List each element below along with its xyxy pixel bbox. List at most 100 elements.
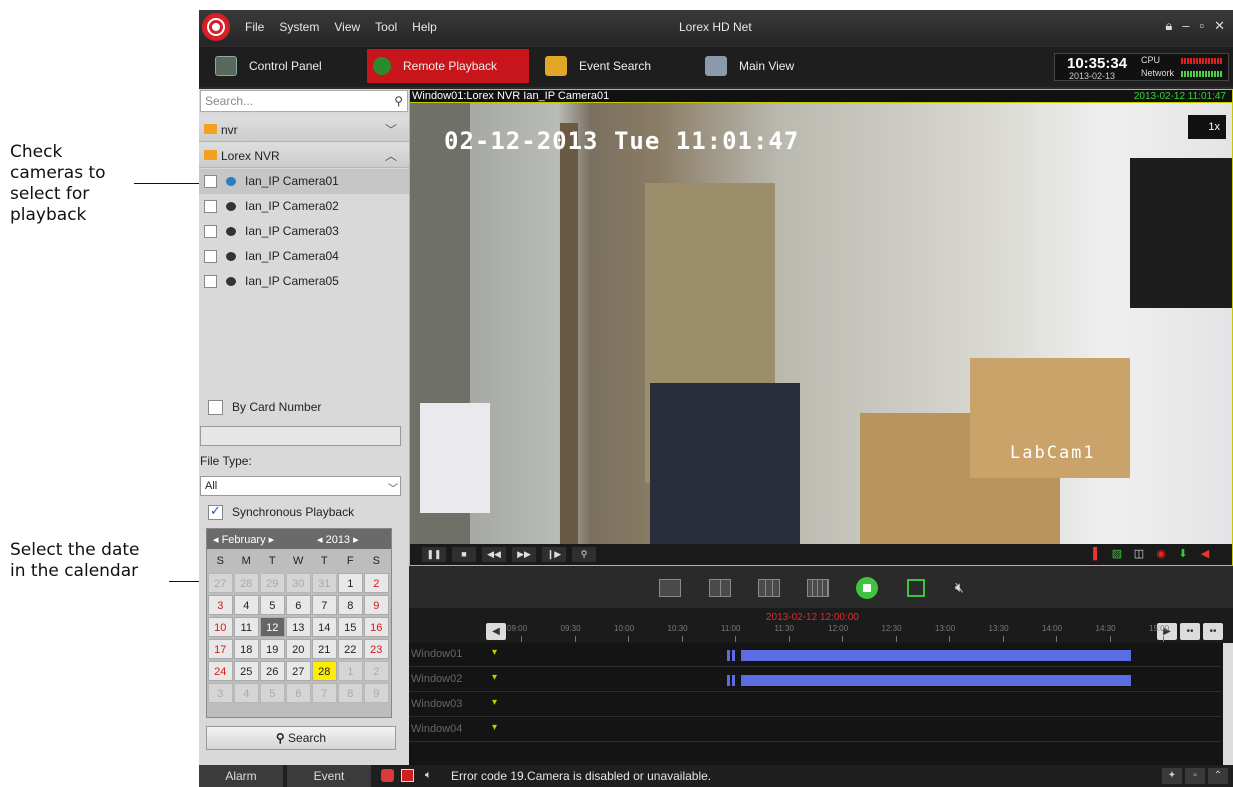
calendar-day-other-month[interactable]: 29 — [260, 573, 285, 593]
recording-segment[interactable] — [732, 675, 735, 686]
minimize-icon[interactable]: – — [1182, 18, 1189, 34]
calendar-day[interactable]: 7 — [312, 595, 337, 615]
calendar-day-other-month[interactable]: 3 — [208, 683, 233, 703]
stop-button[interactable]: ■ — [452, 547, 476, 562]
sync-playback-option[interactable]: Synchronous Playback — [208, 503, 354, 520]
layout-16-icon[interactable] — [807, 579, 829, 597]
recording-segment[interactable] — [727, 650, 730, 661]
recording-segment[interactable] — [741, 675, 1131, 686]
bookmark-icon[interactable]: ▌ — [1090, 547, 1104, 561]
calendar-day[interactable]: 18 — [234, 639, 259, 659]
by-card-number-checkbox[interactable] — [208, 400, 223, 415]
calendar-day[interactable]: 2 — [364, 573, 389, 593]
recording-segment[interactable] — [741, 650, 1131, 661]
calendar-day[interactable]: 9 — [364, 595, 389, 615]
chevron-down-icon[interactable]: ▾ — [492, 722, 497, 733]
calendar-day[interactable]: 22 — [338, 639, 363, 659]
chart-icon[interactable]: ▨ — [1110, 547, 1124, 561]
timeline-scrollbar[interactable] — [1223, 643, 1233, 765]
camera-checkbox[interactable] — [204, 200, 217, 213]
camera-item-01[interactable]: Ian_IP Camera01 — [199, 169, 409, 194]
calendar-day-other-month[interactable]: 2 — [364, 661, 389, 681]
tab-event[interactable]: Event — [287, 765, 371, 787]
maximize-icon[interactable]: ▫ — [1199, 18, 1204, 34]
chevron-down-icon[interactable]: ▾ — [492, 697, 497, 708]
timeline-row[interactable]: Window02 ▾ — [409, 668, 1221, 692]
calendar-day[interactable]: 16 — [364, 617, 389, 637]
camera-item-02[interactable]: Ian_IP Camera02 — [199, 194, 409, 219]
step-forward-button[interactable]: ❙▶ — [542, 547, 566, 562]
chevron-down-icon[interactable]: ▾ — [492, 672, 497, 683]
camera-snapshot-icon[interactable]: ◫ — [1132, 547, 1146, 561]
calendar-day[interactable]: 27 — [286, 661, 311, 681]
tab-main-view[interactable]: Main View — [699, 49, 819, 83]
search-button[interactable]: ⚲ Search — [206, 726, 396, 750]
calendar-day[interactable]: 14 — [312, 617, 337, 637]
calendar-day[interactable]: 10 — [208, 617, 233, 637]
camera-item-04[interactable]: Ian_IP Camera04 — [199, 244, 409, 269]
by-card-number-option[interactable]: By Card Number — [208, 400, 321, 415]
camera-checkbox[interactable] — [204, 225, 217, 238]
chevron-down-icon[interactable]: ﹀ — [385, 121, 397, 138]
menu-system[interactable]: System — [279, 20, 319, 34]
group-nvr[interactable]: nvr ﹀ — [199, 117, 409, 142]
month-selector[interactable]: ◂ February ▸ — [213, 533, 274, 546]
calendar-day[interactable]: 5 — [260, 595, 285, 615]
pin-icon[interactable]: ✦ — [1162, 768, 1182, 784]
recording-segment[interactable] — [727, 675, 730, 686]
calendar-day[interactable]: 4 — [234, 595, 259, 615]
timeline-zoom-out-button[interactable]: •• — [1203, 623, 1223, 640]
timeline-prev-button[interactable]: ◀ — [486, 623, 506, 640]
search-icon[interactable]: ⚲ — [394, 94, 403, 108]
video-playback-window[interactable]: 02-12-2013 Tue 11:01:47 1x LabCam1 — [409, 103, 1233, 544]
calendar-day[interactable]: 12 — [260, 617, 285, 637]
speaker-icon[interactable]: 🔈︎ — [425, 769, 438, 782]
calendar-day-other-month[interactable]: 30 — [286, 573, 311, 593]
group-lorex-nvr[interactable]: Lorex NVR ︿ — [199, 143, 409, 168]
calendar-day[interactable]: 17 — [208, 639, 233, 659]
calendar-day-other-month[interactable]: 9 — [364, 683, 389, 703]
year-selector[interactable]: ◂ 2013 ▸ — [317, 533, 359, 546]
chevron-down-icon[interactable]: ▾ — [492, 647, 497, 658]
calendar-day[interactable]: 23 — [364, 639, 389, 659]
camera-checkbox[interactable] — [204, 275, 217, 288]
layout-9-icon[interactable] — [758, 579, 780, 597]
audio-off-icon[interactable]: ◀ — [1198, 547, 1212, 561]
layout-4-icon[interactable] — [709, 579, 731, 597]
download-icon[interactable]: ⬇ — [1176, 547, 1190, 561]
calendar-day[interactable]: 13 — [286, 617, 311, 637]
calendar-day[interactable]: 20 — [286, 639, 311, 659]
fullscreen-icon[interactable] — [907, 579, 925, 597]
camera-checkbox[interactable] — [204, 250, 217, 263]
calendar-day[interactable]: 15 — [338, 617, 363, 637]
record-icon[interactable]: ◉ — [1154, 547, 1168, 561]
pause-button[interactable]: ❚❚ — [422, 547, 446, 562]
chevron-up-icon[interactable]: ︿ — [385, 147, 397, 164]
fast-forward-button[interactable]: ▶▶ — [512, 547, 536, 562]
menu-help[interactable]: Help — [412, 20, 437, 34]
calendar-day-other-month[interactable]: 8 — [338, 683, 363, 703]
timeline-zoom-in-button[interactable]: •• — [1180, 623, 1200, 640]
camera-checkbox[interactable] — [204, 175, 217, 188]
camera-item-05[interactable]: Ian_IP Camera05 — [199, 269, 409, 294]
calendar-day-other-month[interactable]: 4 — [234, 683, 259, 703]
alarm-hand-icon[interactable] — [381, 769, 394, 782]
calendar-day[interactable]: 26 — [260, 661, 285, 681]
timeline-row[interactable]: Window01 ▾ — [409, 643, 1221, 667]
calendar-day[interactable]: 1 — [338, 573, 363, 593]
calendar-day-other-month[interactable]: 1 — [338, 661, 363, 681]
menu-tool[interactable]: Tool — [375, 20, 397, 34]
calendar-day-other-month[interactable]: 27 — [208, 573, 233, 593]
calendar-day-other-month[interactable]: 7 — [312, 683, 337, 703]
sync-playback-checkbox[interactable] — [208, 503, 223, 520]
mute-icon[interactable]: 🔇︎ — [955, 579, 964, 596]
tab-control-panel[interactable]: Control Panel — [209, 49, 359, 83]
calendar-day[interactable]: 19 — [260, 639, 285, 659]
zoom-button[interactable]: ⚲ — [572, 547, 596, 562]
layout-1-icon[interactable] — [659, 579, 681, 597]
recording-segment[interactable] — [732, 650, 735, 661]
camera-item-03[interactable]: Ian_IP Camera03 — [199, 219, 409, 244]
close-icon[interactable]: ✕ — [1214, 18, 1225, 34]
timeline-row[interactable]: Window04 ▾ — [409, 718, 1221, 742]
collapse-icon[interactable]: ⌃ — [1208, 768, 1228, 784]
